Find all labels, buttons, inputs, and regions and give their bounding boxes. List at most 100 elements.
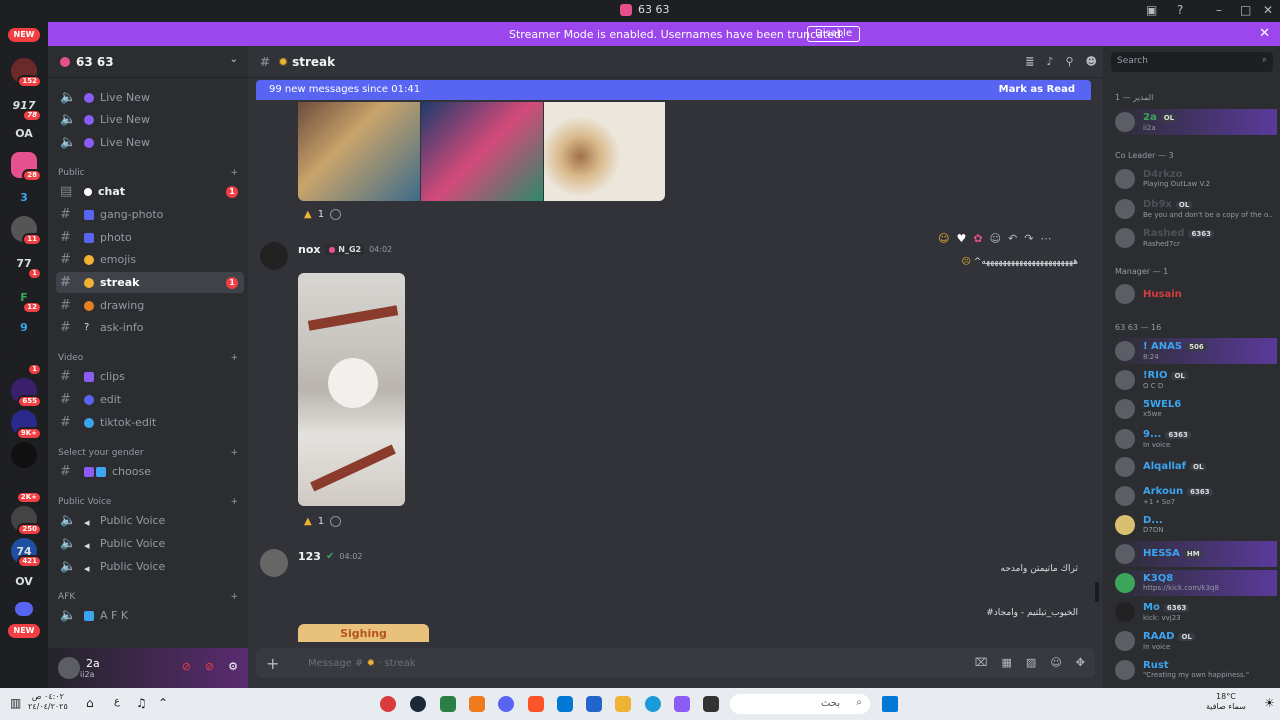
channel-gang-photo[interactable]: # gang-photo	[56, 204, 244, 225]
voice-channel-live[interactable]: 🔈 Live New	[56, 109, 244, 130]
chevron-down-icon[interactable]: ⌄	[230, 54, 238, 65]
server-item[interactable]: 250	[11, 506, 42, 536]
voice-channel-live[interactable]: 🔈 Live New	[56, 87, 244, 108]
gif-icon[interactable]: ▦	[1002, 656, 1012, 669]
category-afk[interactable]: AFK +	[58, 592, 238, 602]
channel-clips[interactable]: # clips	[56, 366, 244, 387]
forward-icon[interactable]: ↷	[1024, 232, 1033, 252]
server-item[interactable]: 77 1	[11, 250, 42, 280]
member-item[interactable]: D4rkzo Playing OutLaw V.2	[1111, 166, 1277, 192]
gift-icon[interactable]: ⌧	[975, 656, 988, 669]
sticker-icon[interactable]: ▨	[1026, 656, 1036, 669]
taskbar-search[interactable]: بحث ⌕	[730, 694, 870, 714]
attachment-image[interactable]: Sighing	[298, 624, 429, 642]
server-item[interactable]	[11, 442, 37, 468]
channel-emojis[interactable]: # emojis	[56, 249, 244, 270]
windows-start-icon[interactable]	[882, 696, 898, 712]
avatar[interactable]	[58, 657, 80, 679]
sun-icon[interactable]: ☀	[1264, 696, 1275, 710]
author-name[interactable]: nox	[298, 243, 320, 256]
close-window-button[interactable]: ✕	[1263, 3, 1273, 17]
server-item[interactable]: 2K+	[11, 474, 42, 504]
member-item[interactable]: D... D7DN	[1111, 512, 1277, 538]
network-icon[interactable]: ⌂	[86, 696, 94, 710]
new-messages-bar[interactable]: 99 new messages since 01:41 Mark as Read	[256, 80, 1091, 100]
help-icon[interactable]: ?	[1177, 3, 1183, 17]
author-name[interactable]: 123	[298, 550, 321, 563]
outlook-icon[interactable]	[557, 696, 573, 712]
server-item[interactable]: 655	[11, 378, 42, 408]
chevron-up-icon[interactable]: ⌃	[158, 696, 168, 710]
weather-widget[interactable]: 18°C سماء صافية	[1206, 692, 1246, 712]
avatar[interactable]	[260, 549, 288, 577]
channel-streak[interactable]: # streak 1	[56, 272, 244, 293]
server-item[interactable]: 9K+	[11, 410, 42, 440]
channel-drawing[interactable]: # drawing	[56, 295, 244, 316]
member-item[interactable]: Rashed 6363 Rashed7cr	[1111, 225, 1277, 251]
message-input[interactable]: Message # ✹ · streak	[308, 658, 416, 669]
channel-photo[interactable]: # photo	[56, 227, 244, 248]
threads-icon[interactable]: ≣	[1025, 55, 1034, 68]
server-item-active[interactable]: 28	[11, 152, 42, 182]
mic-muted-icon[interactable]: ⊘	[182, 660, 191, 673]
channel-tiktok-edit[interactable]: # tiktok-edit	[56, 412, 244, 433]
server-item[interactable]: 9	[11, 314, 37, 340]
search-input[interactable]: Search ⌕	[1111, 52, 1273, 72]
member-item[interactable]: RAAD OL In voice	[1111, 628, 1277, 654]
add-reaction-icon[interactable]	[330, 515, 342, 527]
bell-icon[interactable]: ♪	[1046, 55, 1053, 68]
voice-channel-public[interactable]: 🔈 ◂ Public Voice	[56, 556, 244, 577]
reaction[interactable]: ▲ 1	[304, 513, 342, 529]
emoji-icon[interactable]: ☺	[1050, 656, 1061, 669]
channel-ask-info[interactable]: #? ask-info	[56, 317, 244, 338]
steam-icon[interactable]	[410, 696, 426, 712]
brave-icon[interactable]	[528, 696, 544, 712]
server-item[interactable]: F 12	[11, 284, 42, 314]
discord-icon[interactable]	[498, 696, 514, 712]
members-icon[interactable]: ☻	[1086, 55, 1097, 68]
voice-channel-public[interactable]: 🔈 ◂ Public Voice	[56, 533, 244, 554]
avatar[interactable]	[260, 242, 288, 270]
member-item[interactable]: Alqallaf OL	[1111, 454, 1277, 480]
add-reaction-icon[interactable]	[330, 208, 342, 220]
more-icon[interactable]: ⋯	[1040, 232, 1051, 252]
app-icon[interactable]	[703, 696, 719, 712]
member-item[interactable]: Rust "Creating my own happiness."	[1111, 657, 1277, 683]
server-item[interactable]: 3	[11, 184, 37, 210]
add-reaction-icon[interactable]: ☺	[990, 232, 1001, 252]
language-indicator[interactable]: ع	[114, 696, 120, 707]
channel-choose[interactable]: # choose	[56, 461, 244, 482]
member-item[interactable]: K3Q8 https://kick.com/k3q8	[1111, 570, 1277, 596]
app-icon[interactable]	[469, 696, 485, 712]
member-item[interactable]: Arkoun 6363 +1 • So7	[1111, 483, 1277, 509]
custom-emoji-icon[interactable]: ✿	[973, 232, 982, 252]
laugh-emoji-icon[interactable]: ☺	[938, 232, 949, 252]
reply-icon[interactable]: ↶	[1008, 232, 1017, 252]
attachment-image[interactable]	[421, 102, 543, 201]
reaction[interactable]: ▲ 1	[304, 206, 342, 222]
microphone-icon[interactable]: ♫	[136, 696, 147, 710]
server-item[interactable]: 152	[11, 58, 42, 88]
member-item[interactable]: 9... 6363 In voice	[1111, 426, 1277, 452]
notification-icon[interactable]: ▥	[10, 696, 21, 710]
server-item[interactable]: 917 78	[11, 92, 42, 122]
member-item[interactable]: HESSA HM	[1111, 541, 1277, 567]
server-item[interactable]: OA	[11, 120, 37, 146]
folder-icon[interactable]	[15, 602, 33, 616]
member-item[interactable]: Husain	[1111, 281, 1277, 307]
server-item[interactable]: OV	[11, 568, 37, 594]
message-composer[interactable]: + Message # ✹ · streak ⌧ ▦ ▨ ☺ ✥	[256, 648, 1095, 678]
channel-edit[interactable]: # edit	[56, 389, 244, 410]
disable-streamer-button[interactable]: Disable	[807, 26, 861, 42]
maximize-button[interactable]: □	[1240, 3, 1251, 17]
guild-header[interactable]: 63 63 ⌄	[48, 46, 248, 78]
clock[interactable]: ٠٤:٠٢ ص ٢٤/٠٤/٢٠٢٥	[28, 692, 68, 712]
category-public-voice[interactable]: Public Voice +	[58, 497, 238, 507]
apps-icon[interactable]: ✥	[1076, 656, 1085, 669]
copilot-icon[interactable]	[674, 696, 690, 712]
category-video[interactable]: Video +	[58, 353, 238, 363]
category-gender[interactable]: Select your gender +	[58, 448, 238, 458]
server-item[interactable]: 74 421	[11, 538, 42, 568]
edge-icon[interactable]	[645, 696, 661, 712]
member-item[interactable]: ! ANAS 506 8:24	[1111, 338, 1277, 364]
